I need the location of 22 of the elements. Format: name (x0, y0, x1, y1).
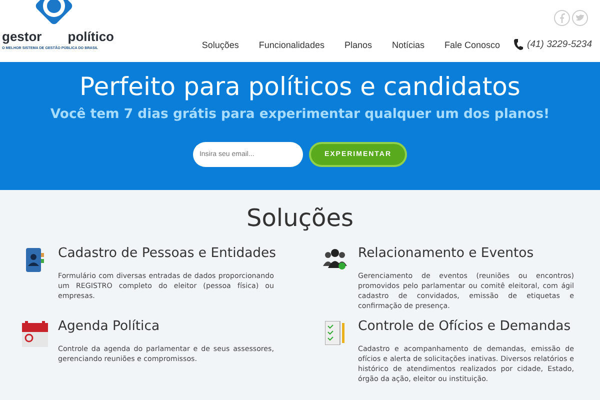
calendar-icon (22, 321, 48, 347)
nav-link[interactable]: Funcionalidades (248, 40, 334, 50)
feature-title: Cadastro de Pessoas e Entidades (58, 246, 274, 261)
nav-link[interactable]: Notícias (382, 40, 434, 50)
hero-subtitle: Você tem 7 dias grátis para experimentar qualquer um dos planos! (50, 107, 550, 122)
nav-link[interactable]: Fale Conosco (434, 40, 510, 50)
logo-text: político (68, 30, 114, 43)
section-heading: Soluções (246, 204, 354, 232)
feature-title: Agenda Política (58, 319, 161, 334)
logo-text: gestor (2, 30, 42, 43)
phone-icon (514, 39, 524, 50)
facebook-icon[interactable] (554, 10, 570, 26)
nav-link[interactable]: Soluções (192, 40, 249, 50)
nav-link[interactable]: Planos (334, 40, 382, 50)
checklist-icon (325, 321, 345, 345)
feature-title: Relacionamento e Eventos (358, 246, 535, 261)
feature-title: Controle de Ofícios e Demandas (358, 319, 572, 334)
group-icon (323, 248, 347, 270)
address-book-icon (26, 248, 44, 272)
phone-number: (41) 3229-5234 (527, 39, 592, 50)
hero-title: Perfeito para políticos e candidatos (80, 72, 520, 101)
twitter-icon[interactable] (572, 10, 588, 26)
